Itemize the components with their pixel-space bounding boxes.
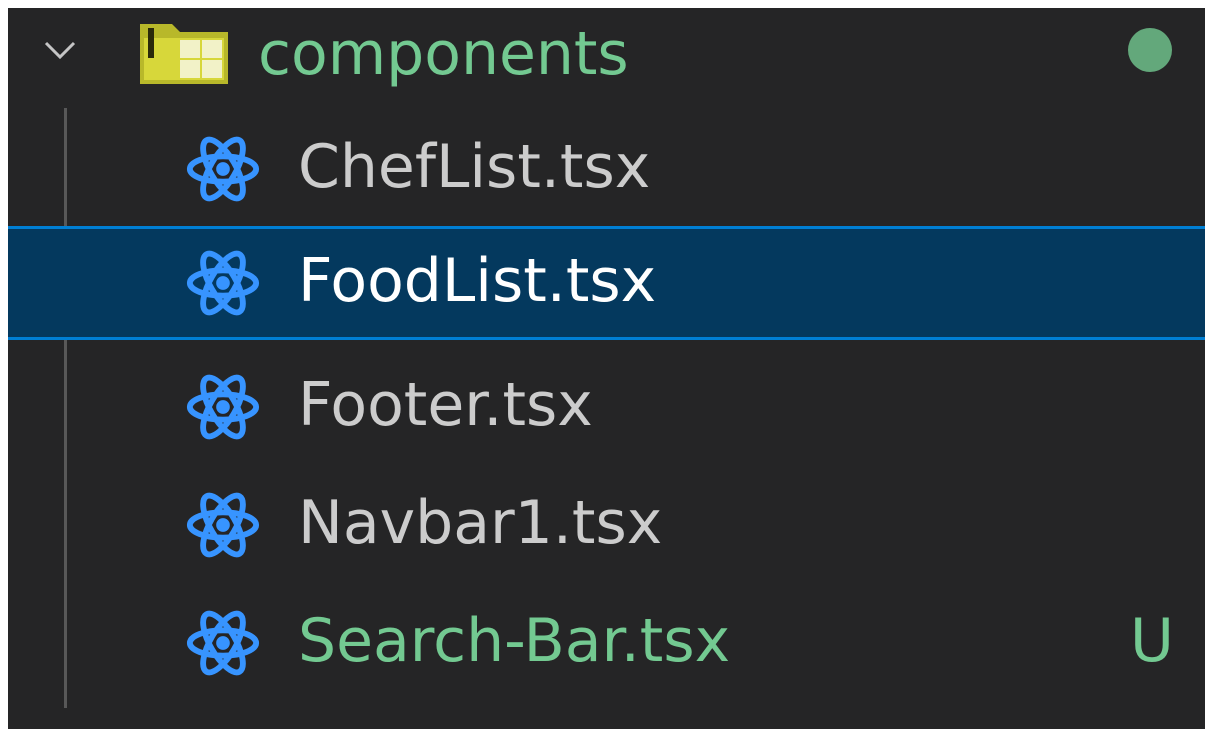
- react-icon: [186, 250, 260, 316]
- react-icon: [186, 610, 260, 676]
- file-row-navbar1[interactable]: Navbar1.tsx: [8, 468, 1205, 582]
- file-name: ChefList.tsx: [298, 132, 651, 202]
- file-name: Search-Bar.tsx: [298, 606, 731, 676]
- folder-components-icon: [140, 24, 228, 84]
- folder-row-components[interactable]: components: [8, 8, 1205, 108]
- file-name: FoodList.tsx: [298, 246, 657, 316]
- file-row-search-bar[interactable]: Search-Bar.tsx U: [8, 586, 1205, 700]
- folder-status-dot: [1128, 28, 1172, 72]
- file-explorer: components ChefList.tsx FoodList.tsx Foo…: [8, 8, 1205, 729]
- file-row-footer[interactable]: Footer.tsx: [8, 350, 1205, 464]
- file-row-cheflist[interactable]: ChefList.tsx: [8, 112, 1205, 226]
- git-status-badge: U: [1130, 606, 1174, 676]
- react-icon: [186, 136, 260, 202]
- file-name: Navbar1.tsx: [298, 488, 663, 558]
- chevron-down-icon[interactable]: [40, 30, 80, 70]
- react-icon: [186, 374, 260, 440]
- folder-name: components: [258, 19, 629, 89]
- file-row-foodlist[interactable]: FoodList.tsx: [8, 226, 1205, 340]
- react-icon: [186, 492, 260, 558]
- file-name: Footer.tsx: [298, 370, 593, 440]
